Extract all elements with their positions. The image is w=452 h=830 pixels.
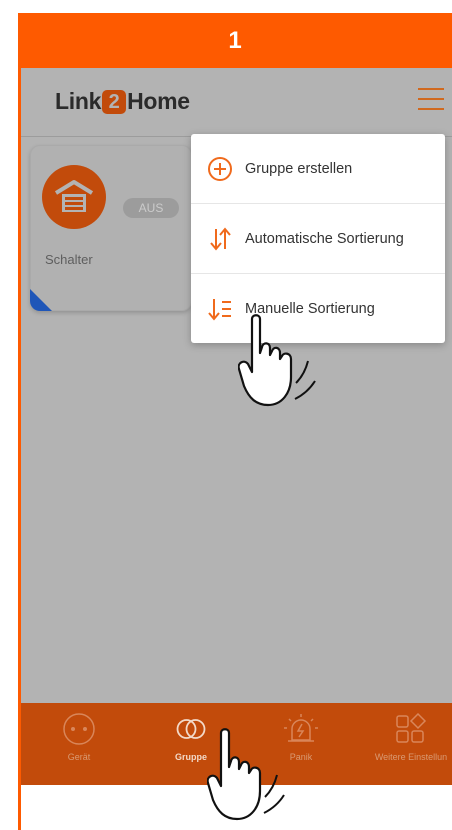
corner-badge <box>30 289 52 311</box>
rings-icon <box>173 711 209 747</box>
nav-item-more-settings[interactable]: Weitere Einstellun <box>371 703 451 785</box>
nav-item-device[interactable]: Gerät <box>49 703 109 785</box>
menu-item-create-group[interactable]: Gruppe erstellen <box>191 134 445 204</box>
bottom-nav: Gerät Gruppe Panik Weitere Einstellun <box>21 703 452 785</box>
menu-item-auto-sort[interactable]: Automatische Sortierung <box>191 204 445 274</box>
grid-icon <box>393 711 429 747</box>
plus-circle-icon <box>206 155 234 183</box>
sort-list-icon <box>206 295 234 323</box>
hamburger-menu-icon[interactable] <box>418 88 444 110</box>
dropdown-menu: Gruppe erstellen Automatische Sortierung… <box>191 134 445 343</box>
menu-item-label: Automatische Sortierung <box>245 230 404 247</box>
app-header: Link 2 Home <box>21 68 452 137</box>
step-number: 1 <box>228 26 242 54</box>
siren-icon <box>283 711 319 747</box>
socket-icon <box>61 711 97 747</box>
state-badge[interactable]: AUS <box>123 198 179 218</box>
step-number-banner: 1 <box>18 13 452 68</box>
nav-item-group[interactable]: Gruppe <box>161 703 221 785</box>
sort-arrows-icon <box>206 225 234 253</box>
menu-item-label: Manuelle Sortierung <box>245 300 375 317</box>
nav-item-panic[interactable]: Panik <box>271 703 331 785</box>
menu-item-label: Gruppe erstellen <box>245 160 353 177</box>
garage-icon <box>42 165 106 229</box>
menu-item-manual-sort[interactable]: Manuelle Sortierung <box>191 274 445 343</box>
device-name: Schalter <box>45 252 93 267</box>
app-logo: Link 2 Home <box>55 88 190 114</box>
device-card[interactable]: AUS Schalter <box>30 145 192 311</box>
